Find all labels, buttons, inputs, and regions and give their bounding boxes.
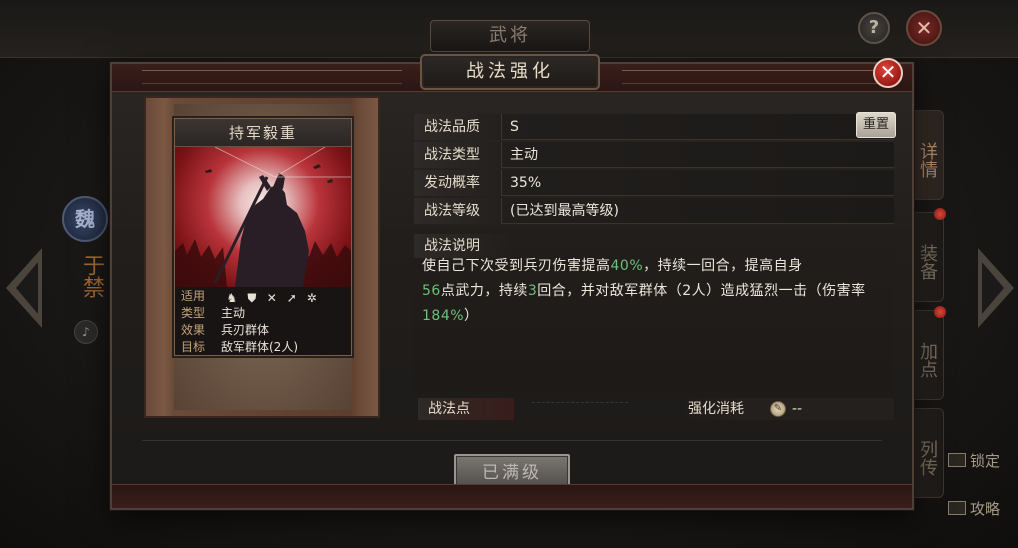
lock-link[interactable]: 锁定	[948, 450, 1000, 471]
notification-dot-icon	[934, 306, 946, 318]
dialog-footer-frame	[112, 484, 912, 508]
type-value: 主动	[221, 306, 246, 320]
prev-hero-arrow-icon[interactable]	[6, 248, 42, 328]
chance-label: 发动概率	[414, 170, 502, 196]
feather-coin-icon: ✎	[770, 401, 786, 417]
screen-title: 武将	[430, 20, 590, 52]
cost-value: --	[792, 401, 803, 417]
cost-label: 强化消耗	[688, 401, 744, 417]
level-label: 战法等级	[414, 198, 502, 224]
upgrade-cost-row: 强化消耗 ✎ --	[678, 398, 894, 420]
target-row: 目标 敌军群体(2人)	[181, 339, 298, 356]
desc-part: ）	[464, 308, 479, 324]
dialog-title: 战法强化	[420, 54, 600, 90]
desc-value: 56	[422, 283, 441, 299]
desc-value: 184%	[422, 308, 465, 324]
quality-value: S	[510, 119, 519, 135]
level-value: (已达到最高等级)	[510, 203, 619, 219]
type-row: 类型 主动	[181, 305, 245, 322]
quality-label: 战法品质	[414, 114, 502, 140]
effect-label: 效果	[181, 323, 206, 337]
lock-label: 锁定	[970, 452, 1001, 470]
reset-button[interactable]: 重置	[856, 112, 896, 138]
effect-row: 效果 兵刃群体	[181, 322, 269, 339]
guide-icon	[948, 501, 966, 515]
level-row: 战法等级 (已达到最高等级)	[414, 198, 894, 224]
tactic-upgrade-dialog: 持军毅重 适用 ♞ ⛊ ✕ ➚ ✲ 类型 主动 效果 兵刃群体 目标 敌军群体(…	[110, 62, 914, 510]
hero-name: 于禁	[79, 254, 104, 298]
tab-details[interactable]: 详情	[912, 110, 944, 200]
desc-value: 40%	[610, 258, 644, 274]
chance-row: 发动概率 35%	[414, 170, 894, 196]
cavalry-icon: ♞	[226, 291, 238, 305]
guide-label: 攻略	[970, 500, 1001, 518]
target-label: 目标	[181, 340, 206, 354]
notification-dot-icon	[934, 208, 946, 220]
close-icon[interactable]: ✕	[873, 58, 903, 88]
applies-label: 适用	[181, 289, 206, 303]
tab-equipment[interactable]: 装备	[912, 212, 944, 302]
divider	[532, 402, 628, 403]
effect-value: 兵刃群体	[221, 323, 270, 337]
lock-icon	[948, 453, 966, 467]
divider	[142, 440, 882, 441]
crossbow-icon: ✕	[266, 291, 277, 305]
description-text: 使自己下次受到兵刃伤害提高40%，持续一回合，提高自身 56点武力，持续3回合，并…	[422, 254, 890, 329]
header-ornament	[622, 70, 882, 84]
tactic-card-info: 适用 ♞ ⛊ ✕ ➚ ✲ 类型 主动 效果 兵刃群体 目标 敌军群体(2人)	[175, 287, 351, 355]
screen-close-icon[interactable]: ✕	[906, 10, 942, 46]
desc-part: ，持续一回合，提高自身	[643, 258, 803, 274]
siege-icon: ✲	[306, 291, 317, 305]
applies-row: 适用 ♞ ⛊ ✕ ➚ ✲	[181, 288, 319, 305]
desc-part: 使自己下次受到兵刃伤害提高	[422, 258, 611, 274]
help-icon[interactable]: ?	[858, 12, 890, 44]
next-hero-arrow-icon[interactable]	[978, 248, 1014, 328]
tab-biography[interactable]: 列传	[912, 408, 944, 498]
tactic-name: 持军毅重	[175, 119, 351, 147]
tactic-card: 持军毅重 适用 ♞ ⛊ ✕ ➚ ✲ 类型 主动 效果 兵刃群体 目标 敌军群体(…	[174, 118, 352, 356]
tactic-points-label: 战法点	[418, 398, 514, 420]
spear-icon: ➚	[286, 291, 297, 305]
shield-icon: ⛊	[247, 291, 257, 305]
target-value: 敌军群体(2人)	[221, 340, 298, 354]
chance-value: 35%	[510, 175, 542, 191]
type-label: 类型	[181, 306, 206, 320]
troop-icons: ♞ ⛊ ✕ ➚ ✲	[225, 291, 319, 305]
tab-points[interactable]: 加点	[912, 310, 944, 400]
type-detail-label: 战法类型	[414, 142, 502, 168]
quality-row: 战法品质 S	[414, 114, 894, 140]
tactic-art	[175, 147, 351, 287]
type-detail-value: 主动	[510, 147, 538, 163]
guide-link[interactable]: 攻略	[948, 498, 1000, 519]
header-ornament	[142, 70, 402, 84]
warrior-silhouette-icon	[175, 147, 351, 287]
voice-icon[interactable]: ♪	[74, 320, 98, 344]
faction-badge: 魏	[62, 196, 108, 242]
desc-value: 3	[527, 283, 538, 299]
desc-part: 回合，并对敌军群体（2人）造成猛烈一击（伤害率	[537, 283, 866, 299]
desc-part: 点武力，持续	[440, 283, 528, 299]
type-detail-row: 战法类型 主动	[414, 142, 894, 168]
